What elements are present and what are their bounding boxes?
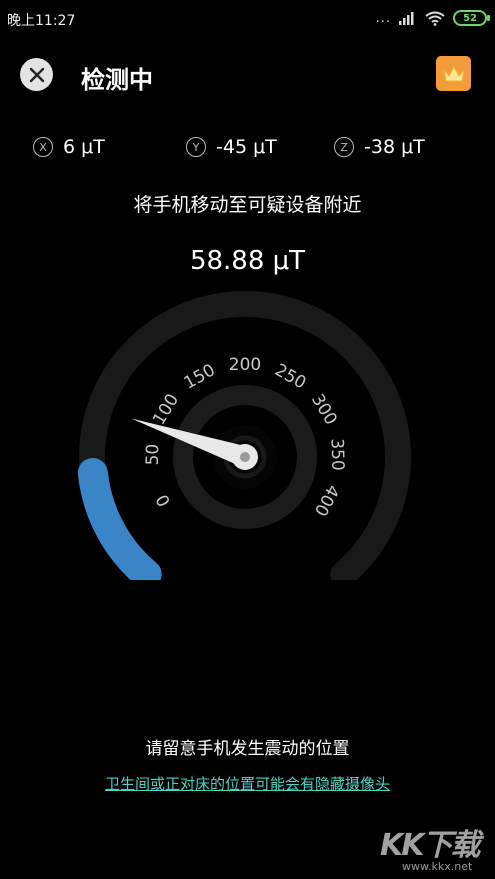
- gauge-tick-label: 300: [307, 391, 341, 429]
- magnetometer-gauge: 0 50 100150 200 250300 350 400: [77, 291, 411, 580]
- wifi-icon: [425, 11, 445, 26]
- status-icons: ... 52: [375, 8, 490, 28]
- close-icon: [29, 67, 44, 82]
- gauge-fill: [77, 457, 162, 580]
- watermark: KK下载 www.kkx.net: [380, 820, 488, 876]
- axis-y-reading: Y -45 μT: [186, 136, 277, 158]
- battery-level: 52: [463, 12, 477, 24]
- instruction-text: 将手机移动至可疑设备附近: [133, 194, 362, 216]
- status-time: 晚上11:27: [7, 13, 76, 29]
- crown-icon: [442, 65, 465, 81]
- gauge-tick-label: 200: [229, 355, 261, 375]
- axis-x-value: 6 μT: [63, 136, 105, 158]
- vip-button[interactable]: [436, 56, 471, 91]
- axis-x-icon: X: [33, 137, 53, 157]
- gauge-tick-label: 250: [271, 360, 309, 393]
- page-title: 检测中: [81, 66, 153, 94]
- axis-y-value: -45 μT: [216, 136, 277, 158]
- axis-x-reading: X 6 μT: [33, 136, 105, 158]
- hidden-camera-tip-link[interactable]: 卫生间或正对床的位置可能会有隐藏摄像头: [0, 773, 495, 794]
- axis-z-reading: Z -38 μT: [334, 136, 425, 158]
- status-bar: 晚上11:27 ... 52: [0, 0, 495, 36]
- watermark-url: www.kkx.net: [402, 860, 473, 873]
- close-button[interactable]: [20, 58, 53, 91]
- axis-y-icon: Y: [186, 137, 206, 157]
- field-strength-reading: 58.88 μT: [189, 246, 306, 276]
- watermark-logo: KK下载: [380, 828, 480, 863]
- gauge-tick-label: 100: [149, 391, 183, 429]
- more-notifications-icon: ...: [375, 10, 391, 26]
- axis-readings: X 6 μT Y -45 μT Z -38 μT: [0, 136, 495, 166]
- gauge-tick-label: 50: [143, 444, 164, 466]
- axis-z-icon: Z: [334, 137, 354, 157]
- gauge-tick-label: 400: [310, 481, 343, 519]
- axis-z-value: -38 μT: [364, 136, 425, 158]
- signal-icon: [399, 12, 414, 25]
- battery-icon: 52: [453, 10, 490, 26]
- gauge-tick-label: 0: [152, 491, 175, 510]
- header: 检测中: [0, 50, 495, 100]
- gauge-tick-label: 350: [327, 438, 348, 471]
- gauge-tick-label: 150: [181, 360, 219, 393]
- vibration-tip: 请留意手机发生震动的位置: [145, 739, 350, 759]
